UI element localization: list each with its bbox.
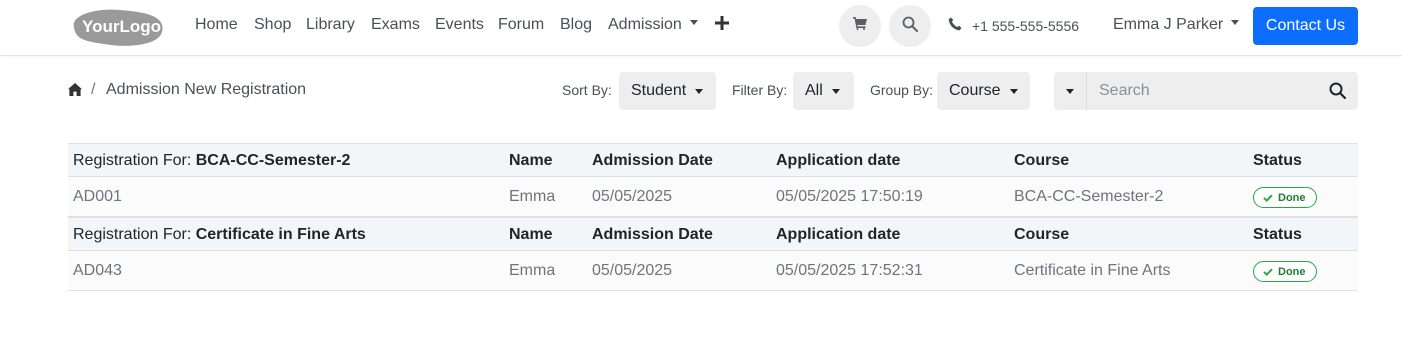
- check-icon: [1263, 194, 1273, 202]
- nav-link-library[interactable]: Library: [306, 16, 355, 34]
- application-date: 05/05/2025 17:52:31: [776, 262, 923, 279]
- chevron-down-icon: [1231, 20, 1240, 26]
- filter-by-value: All: [805, 82, 823, 99]
- filter-by-dropdown[interactable]: All: [793, 72, 854, 110]
- group-by-value: Course: [949, 82, 1001, 99]
- registration-id: AD001: [73, 188, 122, 205]
- search-icon: [902, 16, 918, 37]
- search-bar: [1054, 72, 1358, 110]
- check-icon: [1263, 268, 1273, 276]
- plus-icon[interactable]: [715, 13, 729, 36]
- student-name: Emma: [509, 262, 556, 279]
- column-header-status: Status: [1253, 152, 1302, 169]
- breadcrumb-current-page: Admission New Registration: [106, 81, 307, 98]
- top-navbar: YourLogo Home Shop Library Exams Events …: [0, 0, 1402, 56]
- column-header-name: Name: [509, 152, 553, 169]
- company-logo[interactable]: YourLogo: [68, 6, 164, 46]
- contact-us-button[interactable]: Contact Us: [1253, 7, 1358, 45]
- group-header-row: Registration For: BCA-CC-Semester-2 Name…: [68, 143, 1358, 177]
- search-icon[interactable]: [1329, 82, 1347, 104]
- column-header-admission-date: Admission Date: [592, 226, 713, 243]
- nav-link-forum[interactable]: Forum: [498, 16, 544, 34]
- nav-dropdown-admission[interactable]: Admission: [608, 16, 698, 34]
- search-toggle-button[interactable]: [889, 5, 931, 47]
- sort-by-dropdown[interactable]: Student: [619, 72, 716, 110]
- group-name: BCA-CC-Semester-2: [195, 152, 351, 169]
- nav-link-home[interactable]: Home: [195, 16, 238, 34]
- sort-by-value: Student: [631, 82, 687, 99]
- column-header-course: Course: [1014, 152, 1070, 169]
- phone-link[interactable]: +1 555-555-5556: [948, 17, 1079, 34]
- group-title: Registration For: BCA-CC-Semester-2: [73, 152, 350, 170]
- chevron-down-icon: [1009, 88, 1018, 94]
- search-input[interactable]: [1088, 72, 1318, 110]
- group-by-label: Group By:: [870, 82, 934, 98]
- nav-dropdown-admission-label: Admission: [608, 16, 682, 33]
- group-by-dropdown[interactable]: Course: [937, 72, 1030, 110]
- column-header-status: Status: [1253, 226, 1302, 243]
- user-name: Emma J Parker: [1113, 16, 1224, 33]
- table-row[interactable]: AD043 Emma 05/05/2025 05/05/2025 17:52:3…: [68, 251, 1358, 291]
- nav-link-blog[interactable]: Blog: [560, 16, 592, 34]
- search-options-dropdown[interactable]: [1054, 72, 1087, 110]
- group-header-row: Registration For: Certificate in Fine Ar…: [68, 217, 1358, 251]
- column-header-admission-date: Admission Date: [592, 152, 713, 169]
- chevron-down-icon: [1066, 88, 1074, 94]
- table-row[interactable]: AD001 Emma 05/05/2025 05/05/2025 17:50:1…: [68, 177, 1358, 217]
- svg-text:YourLogo: YourLogo: [82, 17, 161, 36]
- chevron-down-icon: [831, 88, 840, 94]
- course-name: Certificate in Fine Arts: [1014, 262, 1171, 279]
- sort-by-label: Sort By:: [562, 82, 612, 98]
- nav-link-exams[interactable]: Exams: [371, 16, 420, 34]
- course-name: BCA-CC-Semester-2: [1014, 188, 1164, 205]
- phone-number: +1 555-555-5556: [972, 17, 1080, 34]
- chevron-down-icon: [689, 20, 698, 26]
- admission-date: 05/05/2025: [592, 262, 673, 279]
- group-title: Registration For: Certificate in Fine Ar…: [73, 226, 366, 244]
- registrations-table: Registration For: BCA-CC-Semester-2 Name…: [68, 143, 1358, 291]
- phone-icon: [948, 17, 972, 34]
- nav-link-events[interactable]: Events: [435, 16, 484, 34]
- admission-date: 05/05/2025: [592, 188, 673, 205]
- status-text: Done: [1278, 191, 1306, 204]
- group-prefix: Registration For:: [73, 152, 196, 169]
- column-header-application-date: Application date: [776, 152, 901, 169]
- nav-link-shop[interactable]: Shop: [254, 16, 291, 34]
- group-prefix: Registration For:: [73, 226, 196, 243]
- home-icon[interactable]: [68, 83, 82, 101]
- column-header-application-date: Application date: [776, 226, 901, 243]
- student-name: Emma: [509, 188, 556, 205]
- application-date: 05/05/2025 17:50:19: [776, 188, 923, 205]
- column-header-course: Course: [1014, 226, 1070, 243]
- chevron-down-icon: [695, 88, 704, 94]
- status-text: Done: [1278, 265, 1306, 278]
- user-menu-dropdown[interactable]: Emma J Parker: [1113, 16, 1240, 34]
- status-badge: Done: [1253, 261, 1317, 282]
- filter-by-label: Filter By:: [732, 82, 788, 98]
- status-badge: Done: [1253, 187, 1317, 208]
- cart-button[interactable]: [839, 5, 881, 47]
- group-name: Certificate in Fine Arts: [195, 226, 366, 243]
- registration-id: AD043: [73, 262, 122, 279]
- breadcrumb-separator: /: [91, 81, 96, 98]
- column-header-name: Name: [509, 226, 553, 243]
- cart-icon: [853, 17, 867, 35]
